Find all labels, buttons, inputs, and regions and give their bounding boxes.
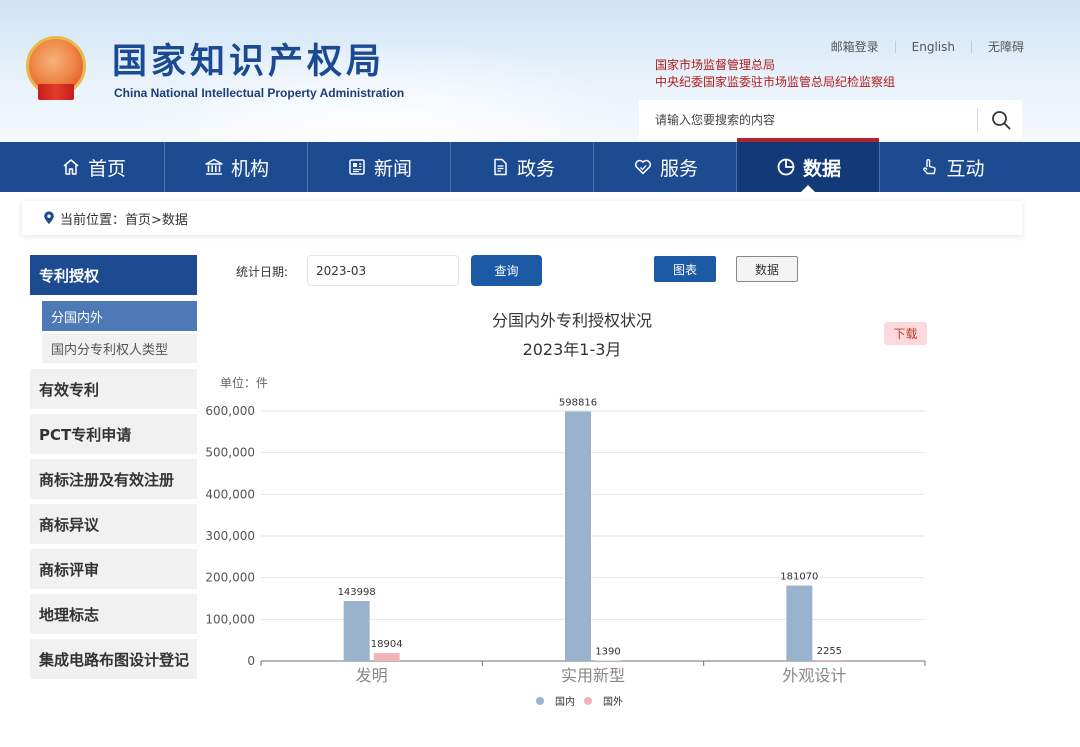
bar-value-label: 2255: [817, 646, 842, 657]
sidebar-item-trademark-opposition[interactable]: 商标异议: [30, 504, 197, 544]
supervise-line-1[interactable]: 国家市场监督管理总局: [655, 57, 895, 74]
y-tick-label: 100,000: [205, 612, 255, 626]
org-name-cn[interactable]: 国家知识产权局: [112, 42, 385, 82]
link-divider: [894, 40, 896, 53]
legend-marker: [584, 697, 592, 705]
search-button[interactable]: [979, 100, 1022, 140]
national-emblem-icon: [26, 36, 86, 100]
bar-value-label: 1390: [595, 646, 620, 657]
chart-view-button[interactable]: 图表: [654, 256, 716, 282]
bar-domestic: [343, 601, 370, 661]
legend-label: 国外: [603, 696, 623, 708]
y-tick-label: 0: [247, 654, 255, 668]
main-nav: 首页 机构 新闻 政务 服务 数据 互动: [0, 138, 1080, 192]
page: 国家知识产权局 China National Intellectual Prop…: [0, 0, 1080, 747]
pie-chart-icon: [775, 156, 797, 178]
y-tick-label: 200,000: [205, 571, 255, 585]
sidebar-item-pct[interactable]: PCT专利申请: [30, 414, 197, 454]
bar-domestic: [565, 411, 591, 661]
nav-label: 机构: [230, 157, 269, 180]
bar-value-label: 18904: [371, 639, 403, 650]
query-button[interactable]: 查询: [471, 255, 542, 286]
legend-marker: [536, 697, 544, 705]
org-name-en: China National Intellectual Property Adm…: [114, 86, 405, 100]
home-icon: [60, 156, 82, 178]
document-icon: [489, 156, 511, 178]
bar-value-label: 181070: [780, 572, 818, 583]
search-divider: [977, 108, 978, 132]
bar-domestic: [786, 585, 813, 661]
nav-item-institution[interactable]: 机构: [165, 142, 308, 192]
breadcrumb-text[interactable]: 当前位置：首页>数据: [60, 209, 188, 228]
sidebar-item-valid-patent[interactable]: 有效专利: [30, 369, 197, 409]
link-divider: [970, 40, 972, 53]
hand-pointer-icon: [918, 156, 940, 178]
legend-label: 国内: [555, 695, 575, 708]
nav-item-data[interactable]: 数据: [737, 138, 880, 192]
bar-value-label: 143998: [338, 587, 376, 598]
bar-foreign: [373, 653, 400, 661]
y-tick-label: 400,000: [205, 487, 255, 501]
sidebar-item-geographical-indication[interactable]: 地理标志: [30, 594, 197, 634]
email-login-link[interactable]: 邮箱登录: [831, 38, 879, 55]
data-view-button[interactable]: 数据: [736, 256, 798, 282]
x-tick-label: 实用新型: [561, 666, 625, 685]
search-box: [639, 100, 1022, 140]
nav-label: 服务: [659, 157, 698, 180]
nav-label: 政务: [516, 157, 555, 180]
site-header: 国家知识产权局 China National Intellectual Prop…: [0, 0, 1080, 142]
english-link[interactable]: English: [912, 40, 955, 54]
y-tick-label: 500,000: [205, 446, 255, 460]
search-input[interactable]: [639, 100, 975, 140]
unit-label: 单位：件: [220, 375, 268, 390]
nav-item-affairs[interactable]: 政务: [451, 142, 594, 192]
nav-label: 首页: [87, 157, 126, 180]
search-icon: [991, 111, 1010, 130]
nav-item-service[interactable]: 服务: [594, 142, 737, 192]
bar-foreign: [816, 660, 843, 661]
top-links: 邮箱登录 English 无障碍: [831, 38, 1024, 55]
bar-value-label: 598816: [559, 397, 597, 408]
y-tick-label: 300,000: [205, 529, 255, 543]
download-button[interactable]: 下载: [884, 322, 927, 345]
x-tick-label: 发明: [356, 666, 388, 685]
bar-foreign: [595, 660, 621, 661]
nav-label: 互动: [946, 157, 985, 180]
sidebar-item-patent-grant[interactable]: 专利授权: [30, 255, 197, 295]
supervise-line-2[interactable]: 中央纪委国家监委驻市场监管总局纪检监察组: [655, 74, 895, 91]
supervisory-info: 国家市场监督管理总局 中央纪委国家监委驻市场监管总局纪检监察组: [655, 57, 895, 91]
nav-label: 数据: [802, 157, 841, 180]
nav-item-home[interactable]: 首页: [22, 142, 165, 192]
nav-label: 新闻: [373, 157, 412, 180]
sidebar-item-trademark-registration[interactable]: 商标注册及有效注册: [30, 459, 197, 499]
sidebar-item-ic-layout[interactable]: 集成电路布图设计登记: [30, 639, 197, 679]
breadcrumb: 当前位置：首页>数据: [22, 201, 1022, 235]
institution-icon: [203, 156, 225, 178]
accessibility-link[interactable]: 无障碍: [988, 38, 1024, 55]
y-tick-label: 600,000: [205, 404, 255, 418]
location-pin-icon: [42, 211, 56, 225]
sidebar-item-trademark-review[interactable]: 商标评审: [30, 549, 197, 589]
nav-item-interaction[interactable]: 互动: [880, 142, 1023, 192]
x-tick-label: 外观设计: [782, 666, 846, 685]
date-label: 统计日期:: [236, 265, 289, 279]
nav-item-news[interactable]: 新闻: [308, 142, 451, 192]
date-input[interactable]: [307, 255, 459, 286]
service-icon: [632, 156, 654, 178]
newspaper-icon: [346, 156, 368, 178]
